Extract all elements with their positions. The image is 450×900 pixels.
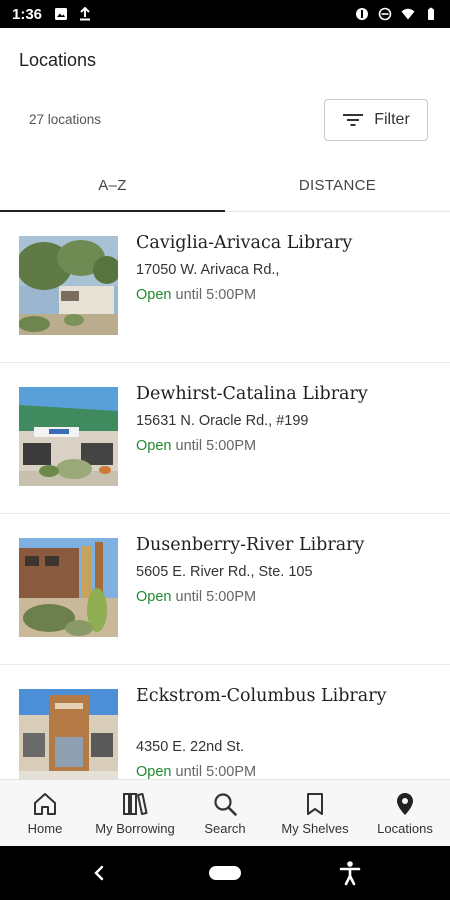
battery-icon [428, 7, 434, 20]
nav-home-label: Home [27, 820, 63, 836]
bottom-navigation: Home My Borrowing Search My Shelves Loca… [0, 779, 450, 846]
accessibility-icon[interactable] [339, 860, 361, 886]
location-address: 5605 E. River Rd., Ste. 105 [136, 564, 313, 580]
nav-locations[interactable]: Locations [360, 780, 450, 846]
nav-locations-label: Locations [377, 820, 433, 836]
download-notification-icon [80, 7, 91, 21]
vibrate-icon [356, 8, 368, 20]
hours-text: until 5:00PM [175, 438, 257, 454]
location-address: 17050 W. Arivaca Rd., [136, 262, 280, 278]
summary-row: 27 locations Filter [0, 92, 450, 148]
nav-search-label: Search [204, 820, 246, 836]
location-item[interactable]: Dusenberry-River Library 5605 E. River R… [0, 514, 450, 665]
location-address: 15631 N. Oracle Rd., #199 [136, 413, 309, 429]
location-pin-icon [397, 792, 413, 815]
filter-icon [343, 114, 364, 126]
books-icon [123, 792, 148, 815]
home-icon [34, 792, 56, 815]
location-count: 27 locations [29, 112, 102, 127]
location-name: Dewhirst-Catalina Library [136, 384, 368, 404]
nav-my-borrowing[interactable]: My Borrowing [90, 780, 180, 846]
nav-my-borrowing-label: My Borrowing [95, 820, 175, 836]
location-name: Caviglia-Arivaca Library [136, 233, 353, 253]
home-pill-button[interactable] [209, 866, 241, 880]
location-item[interactable]: Dewhirst-Catalina Library 15631 N. Oracl… [0, 363, 450, 514]
app-header: Locations [0, 28, 450, 92]
location-photo [19, 538, 118, 637]
do-not-disturb-icon [378, 7, 392, 21]
wifi-icon [401, 8, 415, 20]
status-bar: 1:36 [0, 0, 450, 28]
location-photo [19, 236, 118, 335]
nav-search[interactable]: Search [180, 780, 270, 846]
hours-text: until 5:00PM [175, 764, 257, 779]
location-name: Eckstrom-Columbus Library [136, 686, 387, 706]
location-item[interactable]: Eckstrom-Columbus Library 4350 E. 22nd S… [0, 665, 450, 779]
nav-my-shelves[interactable]: My Shelves [270, 780, 360, 846]
filter-label: Filter [374, 111, 410, 128]
status-time: 1:36 [12, 5, 43, 23]
location-hours: Open until 5:00PM [136, 589, 256, 605]
hours-text: until 5:00PM [175, 589, 257, 605]
bookmark-icon [307, 792, 323, 815]
hours-text: until 5:00PM [175, 287, 257, 303]
location-hours: Open until 5:00PM [136, 438, 256, 454]
locations-list: Caviglia-Arivaca Library 17050 W. Arivac… [0, 212, 450, 779]
tab-a-z[interactable]: A–Z [0, 160, 225, 212]
tab-distance[interactable]: DISTANCE [225, 160, 450, 211]
open-status: Open [136, 589, 172, 605]
nav-home[interactable]: Home [0, 780, 90, 846]
sort-tabs: A–Z DISTANCE [0, 160, 450, 212]
location-address: 4350 E. 22nd St. [136, 739, 245, 755]
page-title: Locations [19, 50, 97, 70]
location-hours: Open until 5:00PM [136, 764, 256, 779]
nav-my-shelves-label: My Shelves [281, 820, 349, 836]
system-navigation-bar [0, 846, 450, 900]
search-icon [214, 792, 237, 816]
image-notification-icon [55, 8, 68, 20]
location-item[interactable]: Caviglia-Arivaca Library 17050 W. Arivac… [0, 212, 450, 363]
location-photo [19, 387, 118, 486]
location-name: Dusenberry-River Library [136, 535, 365, 555]
back-icon[interactable] [92, 863, 106, 883]
location-photo [19, 689, 118, 779]
open-status: Open [136, 438, 172, 454]
location-hours: Open until 5:00PM [136, 287, 256, 303]
open-status: Open [136, 287, 172, 303]
open-status: Open [136, 764, 172, 779]
filter-button[interactable]: Filter [324, 99, 428, 141]
